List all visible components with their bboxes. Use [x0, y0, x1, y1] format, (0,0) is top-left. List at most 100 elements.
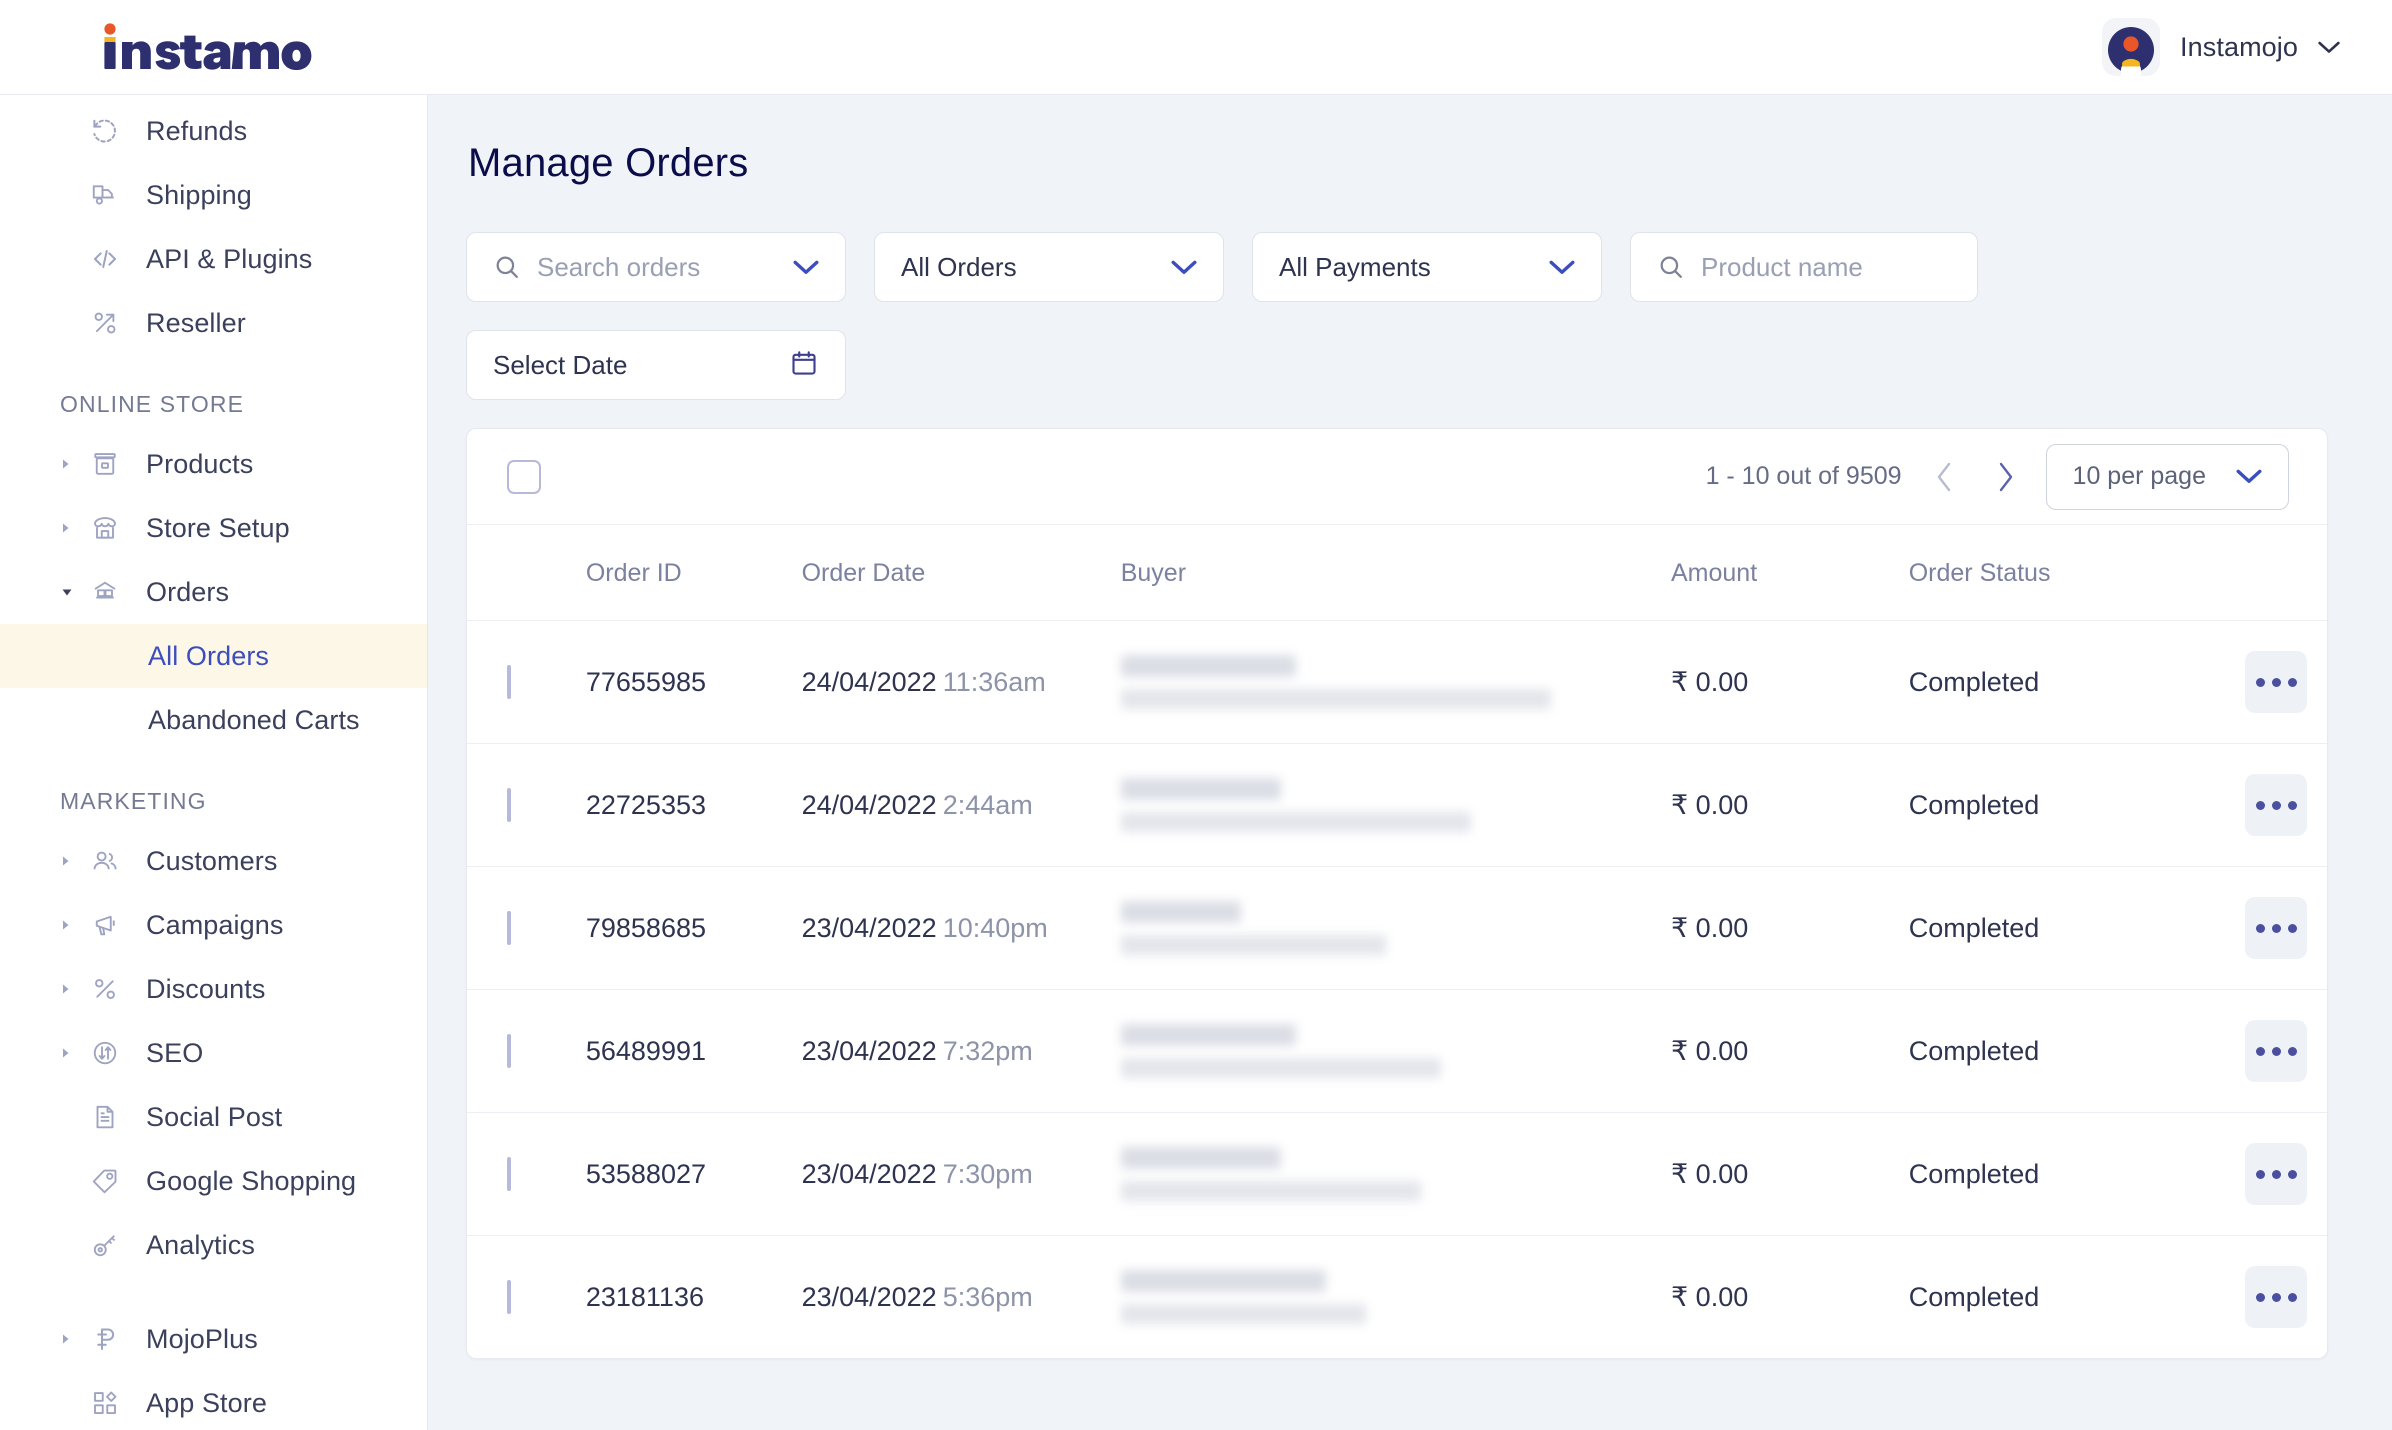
date-filter-bar: Select Date	[466, 330, 2328, 400]
per-page-select[interactable]: 10 per page	[2045, 443, 2289, 510]
pagination-controls: 1 - 10 out of 9509	[1706, 460, 2022, 494]
search-icon	[493, 253, 521, 281]
price-tag-g-icon	[86, 1164, 124, 1198]
order-time: 5:36pm	[942, 1281, 1033, 1312]
cell-amount: ₹ 0.00	[1671, 866, 1909, 990]
sidebar-item-label: Discounts	[146, 973, 266, 1004]
orders-filter-select[interactable]: All Orders	[874, 232, 1224, 302]
cell-amount: ₹ 0.00	[1671, 620, 1909, 744]
seo-arrows-circle-icon	[86, 1036, 124, 1070]
table-head: Order ID Order Date Buyer Amount Order S…	[467, 525, 2327, 621]
sidebar-item-campaigns[interactable]: Campaigns	[0, 893, 427, 957]
cell-actions	[2195, 1236, 2327, 1359]
table-row[interactable]: 56489991 23/04/2022 7:32pm ₹ 0.00 Complet…	[467, 989, 2327, 1113]
buyer-redacted	[1120, 778, 1671, 832]
sidebar-item-shipping[interactable]: Shipping	[0, 163, 427, 227]
cell-amount: ₹ 0.00	[1671, 743, 1909, 867]
sidebar-item-reseller[interactable]: Reseller	[0, 291, 427, 355]
sidebar-item-social-post[interactable]: Social Post	[0, 1085, 427, 1149]
sidebar-item-abandoned-carts[interactable]: Abandoned Carts	[0, 688, 427, 752]
table-row[interactable]: 22725353 24/04/2022 2:44am ₹ 0.00 Complet…	[467, 743, 2327, 867]
select-date-input[interactable]: Select Date	[466, 330, 846, 400]
order-date: 24/04/2022	[801, 666, 937, 697]
sidebar-item-google-shopping[interactable]: Google Shopping	[0, 1149, 427, 1213]
chevron-down-icon[interactable]	[2236, 469, 2262, 484]
mojoplus-icon	[86, 1322, 124, 1356]
sidebar-item-label: API & Plugins	[146, 243, 313, 274]
sidebar-item-label: All Orders	[148, 640, 270, 671]
table-row[interactable]: 79858685 23/04/2022 10:40pm ₹ 0.00 Comple…	[467, 866, 2327, 990]
cell-order-date: 23/04/2022 10:40pm	[801, 866, 1121, 990]
account-name: Instamojo	[2180, 31, 2298, 62]
more-options-icon[interactable]	[2245, 897, 2307, 959]
sidebar-item-products[interactable]: Products	[0, 432, 427, 496]
row-checkbox[interactable]	[507, 1156, 511, 1191]
sidebar-item-label: Analytics	[146, 1229, 255, 1260]
table-row[interactable]: 53588027 23/04/2022 7:30pm ₹ 0.00 Complet…	[467, 1112, 2327, 1236]
sidebar-item-seo[interactable]: SEO	[0, 1021, 427, 1085]
search-orders-input[interactable]: Search orders	[466, 232, 846, 302]
caret-right-icon	[60, 1332, 78, 1346]
select-all-checkbox[interactable]	[507, 459, 541, 494]
more-options-icon[interactable]	[2245, 1143, 2307, 1205]
sidebar-item-all-orders[interactable]: All Orders	[0, 624, 427, 688]
buyer-redacted	[1120, 901, 1671, 955]
sidebar-item-app-store[interactable]: App Store	[0, 1371, 427, 1430]
more-options-icon[interactable]	[2245, 774, 2307, 836]
row-checkbox[interactable]	[507, 787, 511, 822]
cell-status: Completed	[1908, 1281, 2040, 1312]
select-date-label: Select Date	[493, 349, 628, 380]
calendar-icon[interactable]	[789, 347, 819, 384]
sidebar-item-label: Social Post	[146, 1101, 283, 1132]
instamojo-logo[interactable]	[96, 23, 326, 71]
orders-table: Order ID Order Date Buyer Amount Order S…	[467, 525, 2327, 1358]
account-menu[interactable]: Instamojo	[2102, 18, 2340, 76]
row-checkbox[interactable]	[507, 910, 511, 945]
cell-amount: ₹ 0.00	[1671, 1112, 1909, 1236]
sidebar-item-label: Store Setup	[146, 512, 290, 543]
chevron-down-icon[interactable]	[2318, 41, 2340, 54]
cell-actions	[2194, 743, 2327, 867]
table-row[interactable]: 23181136 23/04/2022 5:36pm ₹ 0.00 Complet…	[467, 1236, 2327, 1359]
cell-order-id: 53588027	[585, 1112, 802, 1236]
search-icon	[1657, 253, 1685, 281]
table-row[interactable]: 77655985 24/04/2022 11:36am ₹ 0.00 Comple…	[467, 620, 2327, 744]
cell-status: Completed	[1908, 989, 2195, 1113]
more-options-icon[interactable]	[2245, 1020, 2307, 1082]
cell-status: Completed	[1908, 866, 2195, 990]
sidebar-item-refunds[interactable]: Refunds	[0, 99, 427, 163]
sidebar-item-api-plugins[interactable]: API & Plugins	[0, 227, 427, 291]
row-checkbox[interactable]	[507, 1279, 511, 1314]
payments-filter-select[interactable]: All Payments	[1252, 232, 1602, 302]
product-name-input[interactable]: Product name	[1630, 232, 1978, 302]
product-box-icon	[86, 447, 124, 481]
row-checkbox[interactable]	[507, 664, 511, 699]
chevron-down-icon[interactable]	[1171, 260, 1197, 275]
cell-order-id: 23181136	[585, 1281, 704, 1312]
sidebar-item-customers[interactable]: Customers	[0, 829, 427, 893]
sidebar-item-mojoplus[interactable]: MojoPlus	[0, 1307, 427, 1371]
sidebar-item-store-setup[interactable]: Store Setup	[0, 496, 427, 560]
order-date: 24/04/2022	[801, 789, 937, 820]
sidebar: Refunds Shipping API & Plugins Reseller …	[0, 94, 428, 1430]
sidebar-item-orders[interactable]: Orders	[0, 560, 427, 624]
order-date: 23/04/2022	[801, 912, 937, 943]
cell-actions	[2194, 989, 2327, 1113]
sidebar-item-discounts[interactable]: Discounts	[0, 957, 427, 1021]
next-page-button[interactable]	[1988, 460, 2022, 494]
row-checkbox-cell	[467, 866, 586, 990]
sidebar-item-analytics[interactable]: Analytics	[0, 1213, 427, 1277]
cell-order-date: 23/04/2022 7:30pm	[801, 1112, 1121, 1236]
chevron-down-icon[interactable]	[793, 260, 819, 275]
order-date: 23/04/2022	[801, 1281, 937, 1312]
order-date: 23/04/2022	[801, 1035, 937, 1066]
more-options-icon[interactable]	[2245, 1266, 2307, 1328]
chevron-down-icon[interactable]	[1549, 260, 1575, 275]
percent-icon	[86, 306, 124, 340]
cell-order-date: 24/04/2022 11:36am	[801, 620, 1121, 744]
th-order-status: Order Status	[1908, 525, 2195, 621]
row-checkbox[interactable]	[507, 1033, 511, 1068]
more-options-icon[interactable]	[2245, 651, 2307, 713]
search-orders-placeholder: Search orders	[537, 251, 701, 282]
prev-page-button[interactable]	[1928, 460, 1962, 494]
